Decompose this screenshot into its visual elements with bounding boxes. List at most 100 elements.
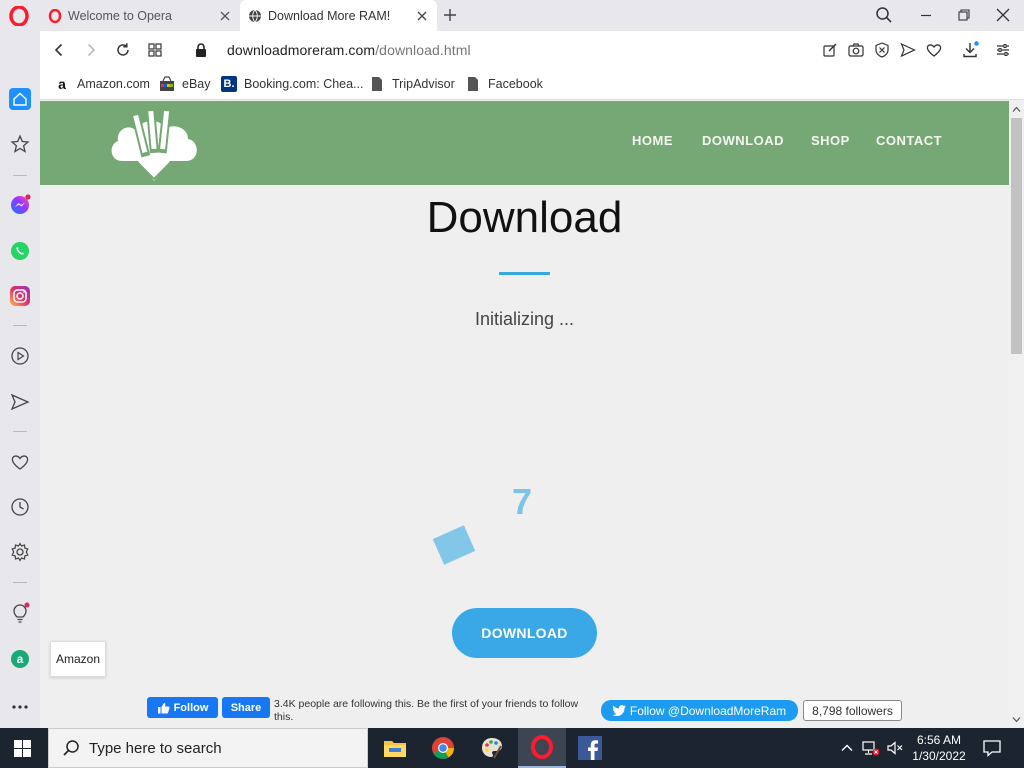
url-field[interactable]: downloadmoreram.com/download.html — [227, 42, 471, 58]
paint-palette-icon — [482, 738, 502, 759]
tab-bar: Welcome to Opera Download More RAM! — [0, 0, 1024, 31]
thumbs-up-icon — [157, 702, 170, 713]
bookmark-ebay[interactable]: eBay — [159, 75, 211, 93]
bookmark-facebook[interactable]: Facebook — [465, 75, 543, 93]
taskbar-facebook[interactable] — [566, 728, 614, 768]
ebay-icon — [160, 76, 174, 91]
download-counter: 7 — [512, 481, 533, 522]
bookmark-label: Facebook — [488, 77, 543, 91]
facebook-follow-text: 3.4K people are following this. Be the f… — [274, 698, 579, 723]
taskbar-chrome[interactable] — [419, 728, 467, 768]
close-window-icon[interactable] — [993, 5, 1013, 25]
bookmark-tripadvisor[interactable]: TripAdvisor — [369, 75, 455, 93]
windows-start-icon[interactable] — [14, 740, 31, 757]
lock-icon[interactable] — [192, 41, 210, 59]
web-page: HOME DOWNLOAD SHOP CONTACT Download Init… — [40, 101, 1009, 728]
bookmarks-star-icon[interactable] — [9, 133, 31, 155]
home-icon[interactable] — [9, 88, 31, 110]
reload-icon[interactable] — [114, 41, 132, 59]
windows-taskbar: 6:56 AM 1/30/2022 — [0, 728, 1024, 768]
messenger-icon[interactable] — [9, 194, 31, 216]
scroll-down-icon[interactable] — [1012, 715, 1021, 724]
downloads-icon[interactable] — [961, 41, 979, 59]
speed-dial-icon[interactable] — [146, 41, 164, 59]
nav-download[interactable]: DOWNLOAD — [702, 133, 784, 148]
snapshot-edit-icon[interactable] — [821, 41, 839, 59]
flow-send-icon[interactable] — [9, 391, 31, 413]
opera-favicon-icon — [48, 8, 62, 23]
easy-setup-icon[interactable] — [994, 41, 1012, 59]
twitter-bird-icon — [612, 705, 626, 716]
page-title: Download — [426, 193, 623, 242]
amazon-sidebar-icon[interactable]: a — [9, 648, 31, 670]
download-button[interactable]: DOWNLOAD — [452, 608, 597, 658]
send-icon[interactable] — [899, 41, 917, 59]
show-hidden-icons-icon[interactable] — [838, 739, 856, 757]
address-bar: downloadmoreram.com/download.html — [40, 31, 1024, 69]
heart-icon[interactable] — [925, 41, 943, 59]
player-icon[interactable] — [9, 345, 31, 367]
more-options-icon[interactable] — [9, 696, 31, 718]
download-ram-logo[interactable] — [108, 105, 200, 183]
facebook-follow-button[interactable]: Follow — [147, 697, 218, 718]
notifications-icon[interactable] — [982, 738, 1002, 758]
bookmark-label: TripAdvisor — [392, 77, 455, 91]
clock-time: 6:56 AM — [916, 733, 962, 747]
page-scrollbar[interactable] — [1009, 101, 1024, 728]
system-clock[interactable]: 6:56 AM 1/30/2022 — [906, 732, 972, 764]
title-underline — [499, 272, 550, 275]
history-clock-icon[interactable] — [9, 496, 31, 518]
taskbar-search[interactable] — [48, 728, 368, 768]
bookmark-label: Amazon.com — [77, 77, 150, 91]
svg-text:a: a — [17, 652, 24, 666]
url-domain: downloadmoreram.com — [227, 42, 376, 58]
ram-chip-animation — [432, 525, 476, 565]
amazon-tooltip: Amazon — [50, 641, 106, 677]
minimize-icon[interactable] — [916, 5, 936, 25]
opera-menu-icon[interactable] — [9, 6, 29, 26]
tab-welcome[interactable]: Welcome to Opera — [40, 0, 240, 31]
page-icon — [372, 77, 382, 91]
sidebar-divider — [13, 431, 27, 432]
search-tabs-icon[interactable] — [874, 5, 894, 25]
search-input[interactable] — [89, 739, 349, 757]
opera-sidebar: a — [0, 31, 40, 728]
taskbar-opera[interactable] — [518, 728, 566, 768]
nav-shop[interactable]: SHOP — [811, 133, 850, 148]
tab-download-more-ram[interactable]: Download More RAM! — [240, 0, 437, 31]
facebook-share-button[interactable]: Share — [222, 697, 270, 718]
taskbar-paint[interactable] — [468, 728, 516, 768]
sidebar-divider — [13, 325, 27, 326]
network-icon[interactable] — [862, 739, 880, 757]
booking-icon: B. — [221, 76, 237, 92]
chrome-icon — [432, 737, 454, 759]
volume-muted-icon[interactable] — [886, 739, 904, 757]
forward-icon[interactable] — [82, 41, 100, 59]
taskbar-file-explorer[interactable] — [371, 728, 419, 768]
lightbulb-icon[interactable] — [9, 602, 31, 624]
sidebar-divider — [13, 582, 27, 583]
back-icon[interactable] — [50, 41, 68, 59]
nav-home[interactable]: HOME — [632, 133, 673, 148]
close-tab-icon[interactable] — [415, 9, 429, 23]
new-tab-icon[interactable] — [441, 6, 459, 24]
bookmark-booking[interactable]: B. Booking.com: Chea... — [221, 75, 364, 93]
twitter-followers-count[interactable]: 8,798 followers — [803, 700, 902, 721]
my-flow-heart-icon[interactable] — [9, 451, 31, 473]
nav-contact[interactable]: CONTACT — [876, 133, 942, 148]
search-icon — [63, 740, 79, 756]
scroll-up-icon[interactable] — [1012, 105, 1021, 114]
twitter-follow-button[interactable]: Follow @DownloadMoreRam — [601, 700, 798, 721]
whatsapp-icon[interactable] — [9, 240, 31, 262]
scroll-thumb[interactable] — [1011, 118, 1022, 354]
camera-icon[interactable] — [847, 41, 865, 59]
settings-gear-icon[interactable] — [9, 541, 31, 563]
bookmarks-bar: a Amazon.com eBay B. Booking.com: Chea..… — [40, 69, 1024, 100]
page-icon — [468, 77, 478, 91]
bookmark-amazon[interactable]: a Amazon.com — [54, 75, 150, 93]
restore-icon[interactable] — [954, 5, 974, 25]
amazon-icon: a — [58, 76, 66, 92]
ad-block-icon[interactable] — [873, 41, 891, 59]
instagram-icon[interactable] — [9, 285, 31, 307]
close-tab-icon[interactable] — [218, 9, 232, 23]
